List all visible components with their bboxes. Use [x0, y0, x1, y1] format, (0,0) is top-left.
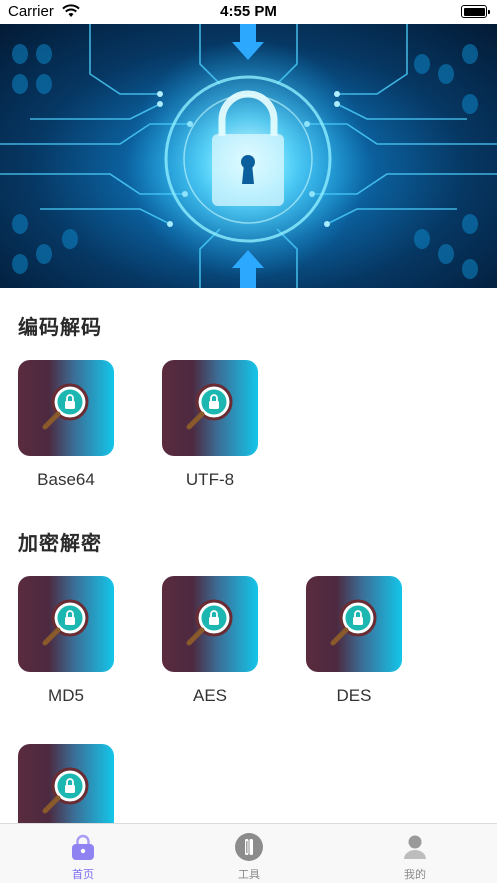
tools-icon	[235, 833, 263, 861]
tab-profile[interactable]: 我的	[332, 824, 497, 883]
tile-label: MD5	[48, 686, 84, 705]
tile-md5[interactable]: MD5	[18, 576, 114, 706]
profile-icon	[404, 835, 426, 859]
circuit-lock-illustration	[0, 24, 497, 288]
tab-label-profile: 我的	[404, 868, 426, 881]
tile-utf8[interactable]: UTF-8	[162, 360, 258, 490]
tile-label: Base64	[37, 470, 95, 489]
status-bar: Carrier 4:55 PM	[0, 0, 497, 24]
tab-home[interactable]: 首页	[0, 824, 166, 883]
battery-icon	[461, 5, 490, 18]
section-title-encryption: 加密解密	[18, 531, 102, 555]
tile-label: DES	[336, 686, 372, 705]
magnifier-lock-icon	[162, 360, 258, 456]
status-time: 4:55 PM	[220, 3, 277, 20]
tile-aes[interactable]: AES	[162, 576, 258, 706]
tab-label-home: 首页	[72, 868, 94, 881]
tab-bar: 首页 工具 我的	[0, 823, 497, 883]
lock-icon	[72, 834, 94, 860]
tile-label: AES	[192, 686, 228, 705]
magnifier-lock-icon	[18, 576, 114, 672]
tile-base64[interactable]: Base64	[18, 360, 114, 490]
banner-image	[0, 24, 497, 288]
section-title-encoding: 编码解码	[18, 315, 102, 339]
tile-des[interactable]: DES	[306, 576, 402, 706]
tab-label-tools: 工具	[238, 868, 260, 881]
magnifier-lock-icon	[162, 576, 258, 672]
tile-label: UTF-8	[185, 470, 235, 489]
magnifier-lock-icon	[306, 576, 402, 672]
tab-tools[interactable]: 工具	[166, 824, 332, 883]
magnifier-lock-icon	[18, 360, 114, 456]
